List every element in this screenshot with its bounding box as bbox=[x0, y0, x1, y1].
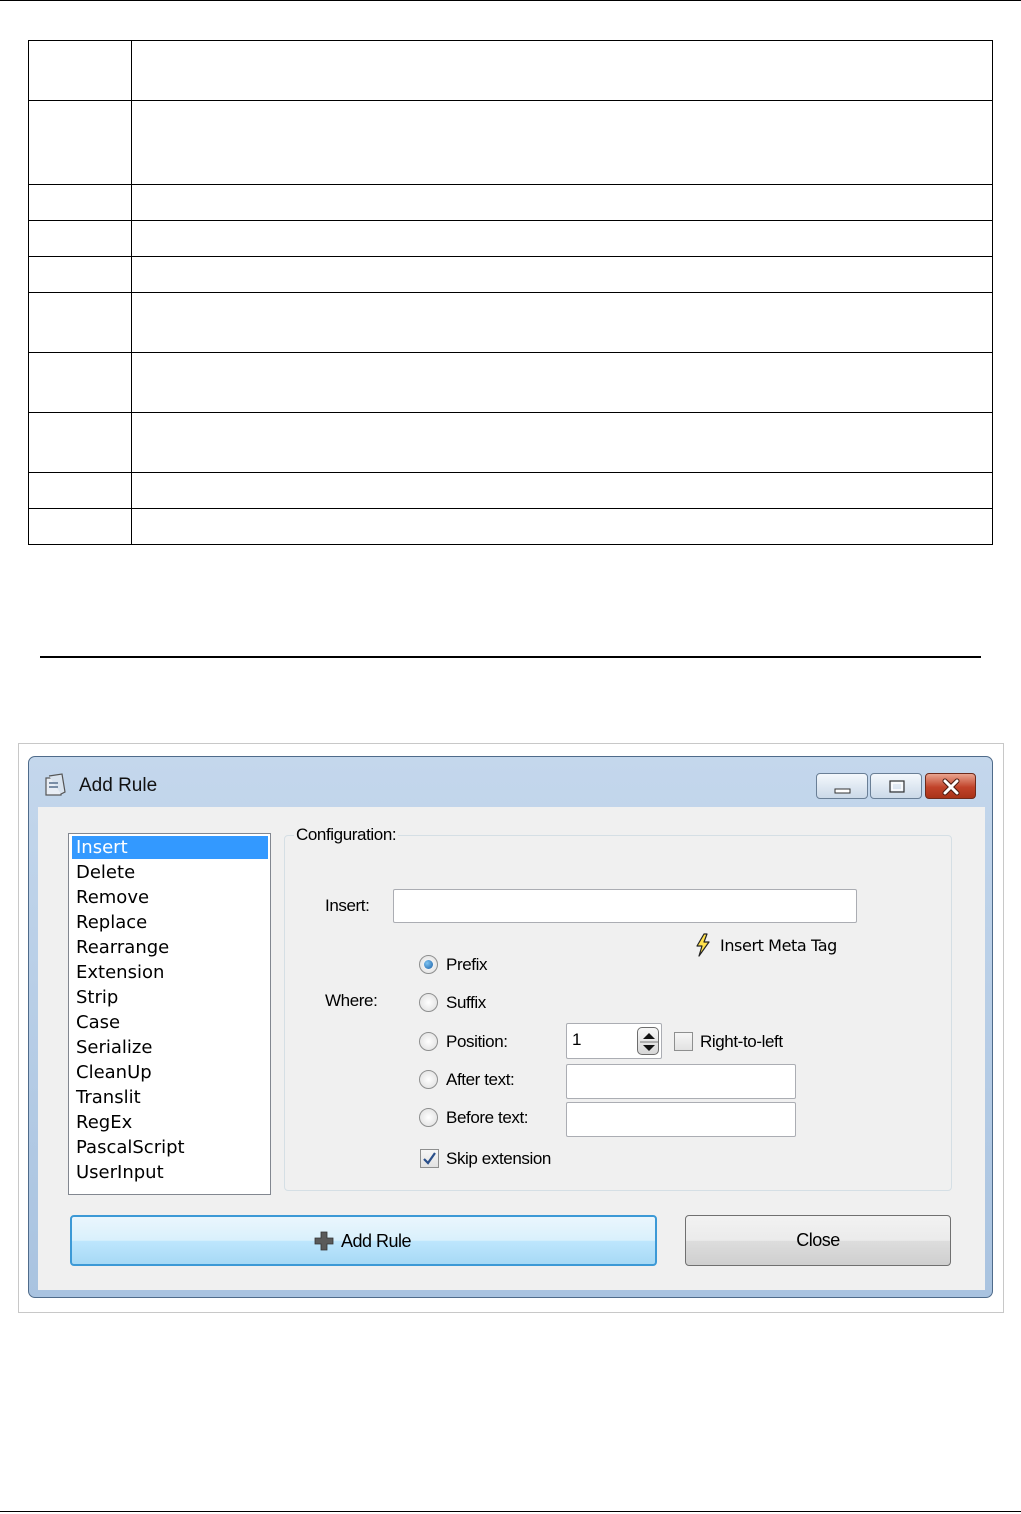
rule-item-extension[interactable]: Extension bbox=[72, 961, 268, 984]
position-spinner[interactable]: 1 bbox=[566, 1023, 662, 1059]
add-rule-dialog: Add Rule Insert Delete Remove Replace Re… bbox=[28, 756, 993, 1298]
before-text-label[interactable]: Before text: bbox=[446, 1108, 529, 1128]
table-row bbox=[28, 292, 993, 353]
plus-icon bbox=[314, 1231, 334, 1251]
table-row bbox=[28, 220, 993, 257]
document-table bbox=[28, 40, 993, 545]
rule-item-replace[interactable]: Replace bbox=[72, 911, 268, 934]
maximize-icon bbox=[889, 780, 905, 793]
after-text-radio[interactable] bbox=[419, 1070, 438, 1089]
title-bar[interactable]: Add Rule bbox=[29, 757, 992, 807]
rule-item-userinput[interactable]: UserInput bbox=[72, 1161, 268, 1184]
page-footer-rule bbox=[0, 1511, 1021, 1512]
position-radio[interactable] bbox=[419, 1032, 438, 1051]
rule-item-pascalscript[interactable]: PascalScript bbox=[72, 1136, 268, 1159]
table-row bbox=[28, 40, 993, 101]
close-icon bbox=[942, 778, 960, 796]
section-divider bbox=[40, 656, 981, 658]
skip-extension-label[interactable]: Skip extension bbox=[446, 1149, 551, 1169]
table-cell bbox=[28, 100, 132, 185]
suffix-radio[interactable] bbox=[419, 993, 438, 1012]
minimize-button[interactable] bbox=[816, 773, 868, 799]
table-cell bbox=[131, 412, 993, 473]
table-row bbox=[28, 100, 993, 185]
table-cell bbox=[131, 100, 993, 185]
rule-item-rearrange[interactable]: Rearrange bbox=[72, 936, 268, 959]
spin-buttons[interactable] bbox=[637, 1027, 659, 1055]
after-text-input[interactable] bbox=[566, 1064, 796, 1099]
table-row bbox=[28, 352, 993, 413]
add-rule-button[interactable]: Add Rule bbox=[70, 1215, 657, 1266]
app-icon bbox=[43, 773, 69, 797]
table-cell bbox=[131, 256, 993, 293]
table-cell bbox=[131, 40, 993, 101]
table-cell bbox=[28, 412, 132, 473]
table-cell bbox=[131, 184, 993, 221]
radio-selected-dot bbox=[424, 960, 433, 969]
skip-extension-checkbox[interactable] bbox=[420, 1149, 439, 1168]
before-text-input[interactable] bbox=[566, 1102, 796, 1137]
right-to-left-label[interactable]: Right-to-left bbox=[700, 1032, 783, 1052]
rule-item-insert[interactable]: Insert bbox=[72, 836, 268, 859]
rule-item-translit[interactable]: Translit bbox=[72, 1086, 268, 1109]
close-window-button[interactable] bbox=[925, 773, 976, 799]
table-cell bbox=[28, 220, 132, 257]
table-cell bbox=[28, 40, 132, 101]
table-cell bbox=[28, 184, 132, 221]
position-label[interactable]: Position: bbox=[446, 1032, 508, 1052]
spin-arrows-icon bbox=[640, 1033, 658, 1051]
table-cell bbox=[28, 292, 132, 353]
right-to-left-checkbox[interactable] bbox=[674, 1032, 693, 1051]
table-cell bbox=[131, 352, 993, 413]
table-cell bbox=[28, 352, 132, 413]
rule-item-cleanup[interactable]: CleanUp bbox=[72, 1061, 268, 1084]
table-row bbox=[28, 472, 993, 509]
position-value: 1 bbox=[572, 1030, 582, 1049]
table-cell bbox=[131, 508, 993, 545]
rule-item-regex[interactable]: RegEx bbox=[72, 1111, 268, 1134]
insert-meta-tag-label: Insert Meta Tag bbox=[720, 936, 837, 955]
after-text-label[interactable]: After text: bbox=[446, 1070, 515, 1090]
before-text-radio[interactable] bbox=[419, 1108, 438, 1127]
table-cell bbox=[131, 292, 993, 353]
add-rule-label: Add Rule bbox=[341, 1231, 412, 1251]
prefix-label[interactable]: Prefix bbox=[446, 955, 487, 975]
window-title: Add Rule bbox=[79, 775, 158, 796]
prefix-radio[interactable] bbox=[419, 955, 438, 974]
rule-item-remove[interactable]: Remove bbox=[72, 886, 268, 909]
page-header-rule bbox=[0, 0, 1021, 1]
insert-text-input[interactable] bbox=[393, 889, 857, 923]
dialog-client-area: Insert Delete Remove Replace Rearrange E… bbox=[38, 807, 985, 1290]
table-row bbox=[28, 256, 993, 293]
table-row bbox=[28, 508, 993, 545]
table-cell bbox=[28, 508, 132, 545]
maximize-button[interactable] bbox=[870, 773, 922, 799]
configuration-label: Configuration: bbox=[294, 825, 399, 845]
rule-item-serialize[interactable]: Serialize bbox=[72, 1036, 268, 1059]
lightning-icon bbox=[696, 933, 710, 957]
minimize-icon bbox=[834, 788, 851, 794]
table-cell bbox=[28, 472, 132, 509]
table-cell bbox=[28, 256, 132, 293]
rule-item-case[interactable]: Case bbox=[72, 1011, 268, 1034]
table-row bbox=[28, 184, 993, 221]
insert-meta-tag-link[interactable]: Insert Meta Tag bbox=[694, 931, 854, 959]
close-button[interactable]: Close bbox=[685, 1215, 951, 1266]
table-cell bbox=[131, 220, 993, 257]
insert-label: Insert: bbox=[325, 896, 370, 915]
rule-item-strip[interactable]: Strip bbox=[72, 986, 268, 1009]
table-cell bbox=[131, 472, 993, 509]
suffix-label[interactable]: Suffix bbox=[446, 993, 486, 1013]
rules-listbox[interactable]: Insert Delete Remove Replace Rearrange E… bbox=[68, 833, 271, 1195]
checkmark-icon bbox=[423, 1152, 436, 1165]
rule-item-delete[interactable]: Delete bbox=[72, 861, 268, 884]
table-row bbox=[28, 412, 993, 473]
where-label: Where: bbox=[325, 991, 378, 1010]
